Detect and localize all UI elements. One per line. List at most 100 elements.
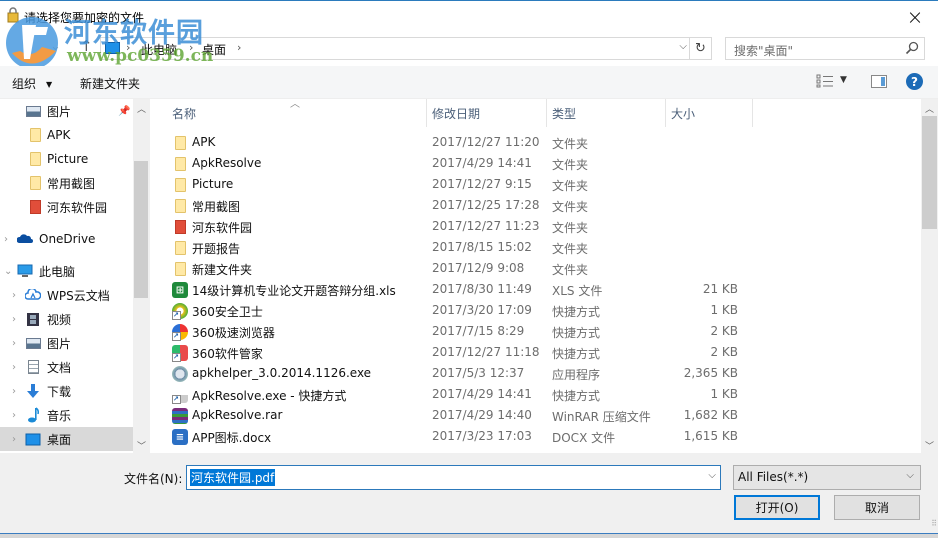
nav-item-apk[interactable]: APK [0,123,133,147]
file-row[interactable]: apkhelper_3.0.2014.1126.exe 2017/5/3 12:3… [155,363,921,384]
file-row[interactable]: ApkResolve 2017/4/29 14:41 文件夹 [155,153,921,174]
scroll-down-icon[interactable]: ﹀ [921,439,938,452]
open-button[interactable]: 打开(O) [734,495,820,520]
nav-item-onedrive[interactable]: › OneDrive [0,227,133,251]
search-input[interactable]: 搜索"桌面" [725,37,925,60]
column-divider[interactable] [665,99,666,127]
folder-icon [172,177,188,193]
scrollbar-thumb[interactable] [134,161,148,298]
file-date: 2017/12/25 17:28 [432,198,540,212]
pin-icon[interactable]: 📌 [118,106,130,117]
scroll-up-icon[interactable]: ︿ [921,102,938,115]
watermark-title: 河东软件园 [64,18,204,49]
file-row[interactable]: 常用截图 2017/12/25 17:28 文件夹 [155,195,921,216]
file-row[interactable]: 河东软件园 2017/12/27 11:23 文件夹 [155,216,921,237]
cancel-button[interactable]: 取消 [834,495,920,520]
filename-input[interactable]: 河东软件园.pdf ⌵ [186,465,721,490]
nav-item-hedong[interactable]: 河东软件园 [0,195,133,219]
nav-item-label: 桌面 [47,432,72,447]
file-row[interactable]: ApkResolve.rar 2017/4/29 14:40 WinRAR 压缩文件… [155,405,921,426]
file-row[interactable]: 360软件管家 2017/12/27 11:18 快捷方式 2 KB [155,342,921,363]
column-header-name[interactable]: 名称 [172,105,196,122]
nav-item-label: 图片 [47,336,72,351]
expand-chevron-icon[interactable]: › [4,234,8,245]
expand-chevron-icon[interactable]: › [12,434,16,445]
nav-item-label: Picture [47,152,89,166]
nav-item-pictures[interactable]: › 图片 [0,331,133,355]
file-row[interactable]: ApkResolve.exe - 快捷方式 2017/4/29 14:41 快捷方式… [155,384,921,405]
scroll-down-icon[interactable]: ﹀ [133,439,150,452]
file-row[interactable]: 开题报告 2017/8/15 15:02 文件夹 [155,237,921,258]
scrollbar-thumb[interactable] [922,116,937,229]
column-header-type[interactable]: 类型 [552,105,576,122]
search-icon[interactable] [905,41,919,55]
expand-chevron-icon[interactable]: › [12,410,16,421]
resize-grip-icon[interactable]: ⠿ [931,519,937,528]
nav-item-videos[interactable]: › 视频 [0,307,133,331]
file-date: 2017/12/9 9:08 [432,261,525,275]
file-row[interactable]: 360安全卫士 2017/3/20 17:09 快捷方式 1 KB [155,300,921,321]
breadcrumb-separator-icon[interactable]: › [237,41,241,54]
nav-item-picture[interactable]: Picture [0,147,133,171]
file-size: 2 KB [710,345,738,359]
apkresolve-shortcut-icon [172,387,188,404]
collapse-chevron-icon[interactable]: ⌄ [4,266,12,277]
nav-item-desktop[interactable]: › 桌面 [0,427,133,451]
file-name: 360极速浏览器 [192,326,275,340]
column-divider[interactable] [546,99,547,127]
column-header-date[interactable]: 修改日期 [432,105,480,122]
nav-item-screenshots[interactable]: 常用截图 [0,171,133,195]
file-type: 快捷方式 [552,347,601,361]
close-icon: × [906,4,924,29]
view-details-icon[interactable] [816,74,834,88]
sort-ascending-icon: ︿ [290,99,300,110]
nav-pane-scrollbar[interactable]: ︿ ﹀ [133,99,150,453]
nav-item-pictures-quick[interactable]: 图片 📌 [0,99,133,123]
file-type: 文件夹 [552,263,589,277]
rar-icon [172,408,188,424]
360-safe-icon [172,303,188,320]
file-type: 文件夹 [552,137,589,151]
address-history-dropdown-icon[interactable]: ⌵ [679,41,687,52]
file-row[interactable]: 360极速浏览器 2017/7/15 8:29 快捷方式 2 KB [155,321,921,342]
expand-chevron-icon[interactable]: › [12,386,16,397]
file-list-scrollbar[interactable]: ︿ ﹀ [921,99,938,453]
folder-icon [29,128,41,142]
refresh-button[interactable]: ↻ [690,37,712,60]
filename-value[interactable]: 河东软件园.pdf [190,469,276,486]
file-row[interactable]: APK 2017/12/27 11:20 文件夹 [155,132,921,153]
column-divider[interactable] [752,99,753,127]
file-row[interactable]: ≡ APP图标.docx 2017/3/23 17:03 DOCX 文件 1,615 K… [155,426,921,447]
preview-pane-toggle-icon[interactable] [871,75,887,88]
column-header-size[interactable]: 大小 [671,105,695,122]
new-folder-button[interactable]: 新建文件夹 [80,75,140,92]
expand-chevron-icon[interactable]: › [12,314,16,325]
nav-item-downloads[interactable]: › 下载 [0,379,133,403]
nav-item-music[interactable]: › 音乐 [0,403,133,427]
onedrive-icon [17,234,33,243]
close-button[interactable]: × [892,1,938,32]
column-divider[interactable] [426,99,427,127]
watermark-url: www.pc0359.cn [67,46,214,66]
expand-chevron-icon[interactable]: › [12,362,16,373]
nav-item-documents[interactable]: › 文档 [0,355,133,379]
help-icon[interactable]: ? [906,73,923,90]
scroll-up-icon[interactable]: ︿ [133,102,150,115]
view-options-dropdown-icon[interactable]: ▼ [840,75,847,85]
nav-item-label: 下载 [47,384,72,399]
file-row[interactable]: Picture 2017/12/27 9:15 文件夹 [155,174,921,195]
nav-item-label: 常用截图 [47,176,96,191]
360-software-icon [172,345,188,362]
download-icon [27,384,39,398]
file-row[interactable]: ⊞ 14级计算机专业论文开题答辩分组.xls 2017/8/30 11:49 XLS … [155,279,921,300]
file-date: 2017/3/23 17:03 [432,429,532,443]
file-type: 文件夹 [552,200,589,214]
file-row[interactable]: 新建文件夹 2017/12/9 9:08 文件夹 [155,258,921,279]
expand-chevron-icon[interactable]: › [12,338,16,349]
nav-item-this-pc[interactable]: ⌄ 此电脑 [0,259,133,283]
expand-chevron-icon[interactable]: › [12,290,16,301]
file-type-filter-select[interactable]: All Files(*.*) ⌵ [733,465,921,490]
filename-history-dropdown-icon[interactable]: ⌵ [708,470,716,481]
organize-menu-button[interactable]: 组织 ▼ [12,75,52,92]
nav-item-wps-cloud[interactable]: › WPS云文档 [0,283,133,307]
